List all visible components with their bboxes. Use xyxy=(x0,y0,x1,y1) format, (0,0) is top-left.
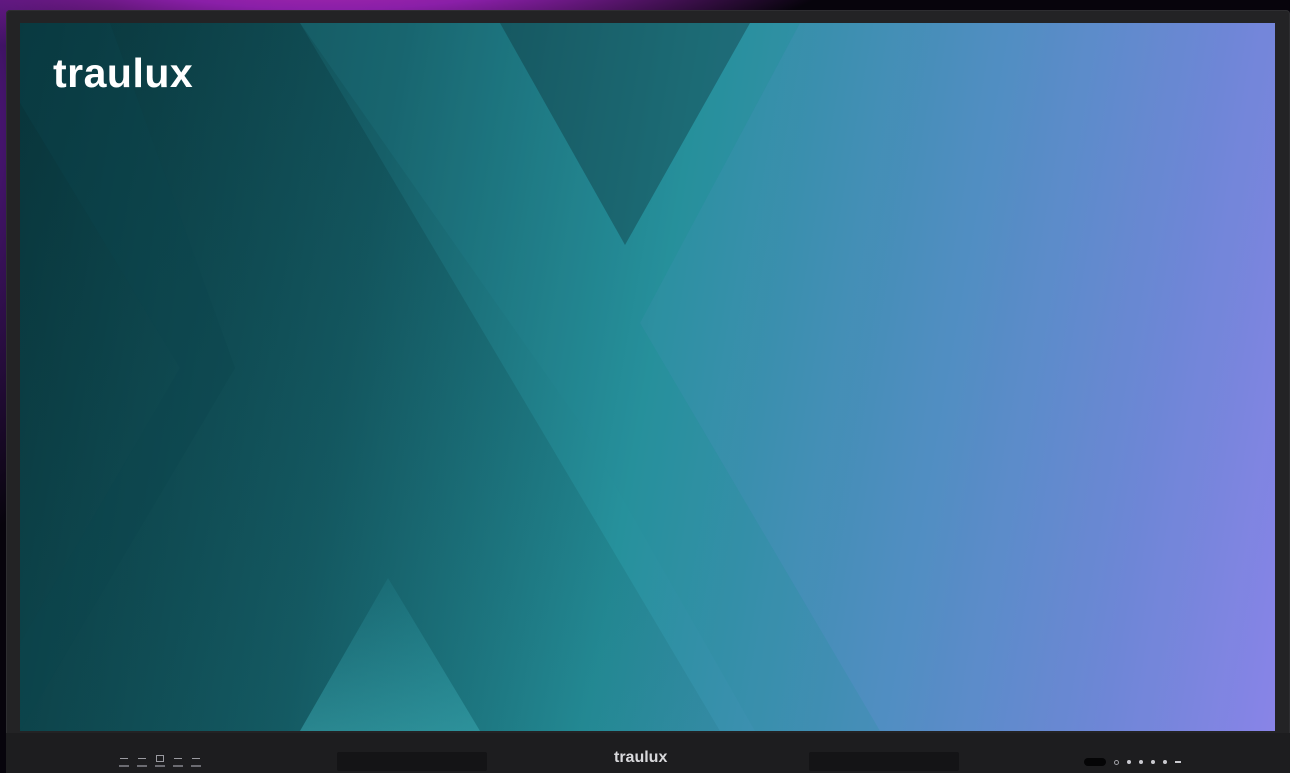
traulux-logo: traulux xyxy=(53,50,194,96)
back-icon xyxy=(192,758,200,762)
volume-up-button[interactable] xyxy=(1151,760,1155,764)
screen-button[interactable] xyxy=(154,755,166,767)
button-label-mark xyxy=(155,765,165,767)
menu-button[interactable] xyxy=(172,758,184,767)
bezel-logo: traulux xyxy=(614,749,668,766)
input-icon xyxy=(120,758,128,762)
settings-button[interactable] xyxy=(1139,760,1143,764)
button-label-mark xyxy=(191,765,201,767)
desktop-background: traulux traulux xyxy=(0,0,1290,773)
display-screen: traulux xyxy=(20,23,1275,731)
button-label-mark xyxy=(173,765,183,767)
speaker-grille-left xyxy=(337,752,487,771)
source-button[interactable] xyxy=(1127,760,1131,764)
menu-icon xyxy=(174,758,182,762)
front-panel-left-controls xyxy=(118,755,202,767)
button-label-mark xyxy=(119,765,129,767)
volume-down-button[interactable] xyxy=(1163,760,1167,764)
back-button[interactable] xyxy=(190,758,202,767)
bezel-bottom-bar: traulux xyxy=(6,733,1290,773)
speaker-grille-right xyxy=(809,752,959,771)
button-label-mark xyxy=(137,765,147,767)
power-sensor xyxy=(1084,758,1106,766)
home-button[interactable] xyxy=(136,758,148,767)
light-sensor xyxy=(1114,759,1119,765)
front-panel-right-controls xyxy=(1084,758,1181,766)
input-button[interactable] xyxy=(118,758,130,767)
wallpaper-x-graphic xyxy=(20,23,1275,731)
home-icon xyxy=(138,758,146,762)
screen-icon xyxy=(156,755,164,762)
volume-mute-button[interactable] xyxy=(1175,761,1181,763)
